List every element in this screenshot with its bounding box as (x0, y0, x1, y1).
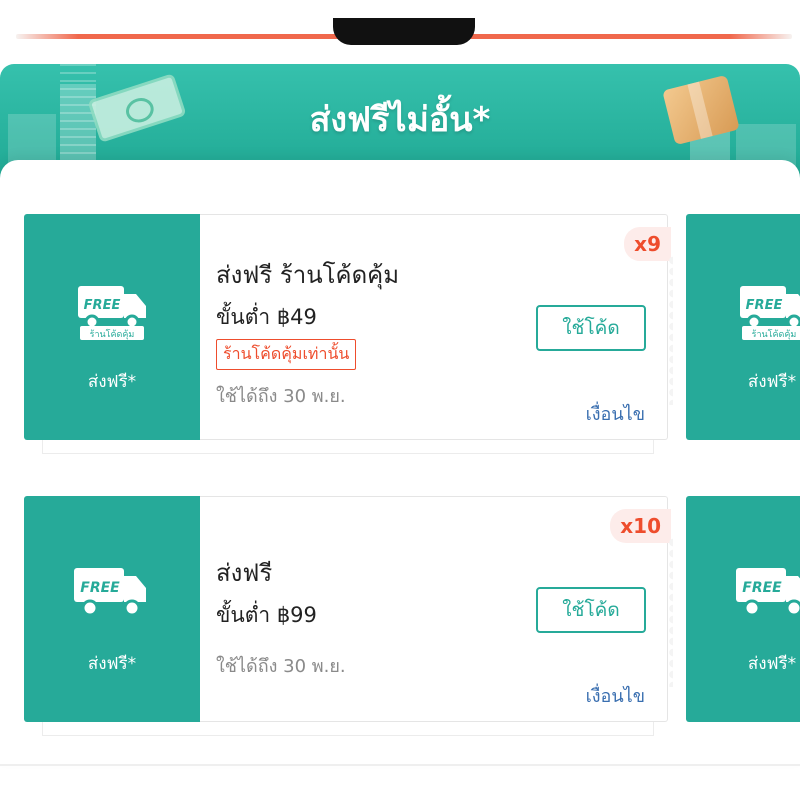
voucher-left-label: ส่งฟรี* (747, 654, 797, 674)
voucher-card[interactable]: FREE ร้านโค้ดคุ้ม ส่งฟรี* x9 ส่งฟรี ร้าน… (19, 214, 673, 440)
voucher-left-stub: FREE ส่งฟรี* (681, 496, 800, 722)
free-badge-text: FREE (746, 298, 783, 313)
voucher-expiry: ใช้ได้ถึง 30 พ.ย. (216, 386, 346, 407)
voucher-details: x9 ส่งฟรี ร้านโค้ดคุ้ม ขั้นต่ำ ฿49 ร้านโ… (200, 214, 673, 440)
camera-notch (333, 18, 475, 45)
terms-link[interactable]: เงื่อนไข (586, 399, 645, 428)
voucher-restriction-tag: ร้านโค้ดคุ้มเท่านั้น (216, 339, 357, 370)
free-badge-sub: ร้านโค้ดคุ้ม (752, 329, 797, 340)
free-shipping-truck-icon: FREE ร้านโค้ดคุ้ม (740, 286, 800, 340)
quantity-badge: x9 (624, 227, 671, 261)
screen: ส่งฟรีไม่อั้น* FREE ร้านโค้ดคุ้ม ส่งฟรี*… (0, 0, 800, 800)
voucher-title: ส่งฟรี (216, 559, 273, 587)
terms-link[interactable]: เงื่อนไข (586, 681, 645, 710)
voucher-left-stub: FREE ร้านโค้ดคุ้ม ส่งฟรี* (19, 214, 200, 440)
voucher-left-stub: FREE ร้านโค้ดคุ้ม ส่งฟรี* (681, 214, 800, 440)
free-badge-text: FREE (80, 580, 120, 596)
voucher-card-shadow (42, 440, 654, 454)
free-shipping-truck-icon: FREE (74, 568, 146, 617)
voucher-card-shadow (42, 722, 654, 736)
voucher-title: ส่งฟรี ร้านโค้ดคุ้ม (216, 261, 400, 289)
free-shipping-truck-icon: FREE (736, 568, 800, 617)
use-code-button[interactable]: ใช้โค้ด (536, 587, 646, 633)
free-badge-text: FREE (742, 580, 782, 596)
voucher-details: x10 ส่งฟรี ขั้นต่ำ ฿99 ใช้ได้ถึง 30 พ.ย.… (200, 496, 673, 722)
voucher-left-label: ส่งฟรี* (87, 372, 137, 392)
free-badge-text: FREE (84, 298, 121, 313)
use-code-button[interactable]: ใช้โค้ด (536, 305, 646, 351)
voucher-min-spend: ขั้นต่ำ ฿99 (216, 603, 317, 627)
voucher-min-spend: ขั้นต่ำ ฿49 (216, 305, 317, 329)
bottom-divider (0, 764, 800, 766)
voucher-expiry: ใช้ได้ถึง 30 พ.ย. (216, 656, 346, 677)
quantity-badge: x10 (610, 509, 671, 543)
voucher-left-label: ส่งฟรี* (87, 654, 137, 674)
voucher-left-label: ส่งฟรี* (747, 372, 797, 392)
voucher-panel: FREE ร้านโค้ดคุ้ม ส่งฟรี* x9 ส่งฟรี ร้าน… (0, 160, 800, 764)
voucher-card-peek[interactable]: FREE ส่งฟรี* (681, 496, 800, 722)
voucher-card-peek[interactable]: FREE ร้านโค้ดคุ้ม ส่งฟรี* (681, 214, 800, 440)
free-badge-sub: ร้านโค้ดคุ้ม (90, 329, 135, 340)
voucher-card[interactable]: FREE ส่งฟรี* x10 ส่งฟรี ขั้นต่ำ ฿99 ใช้ไ… (19, 496, 673, 722)
voucher-left-stub: FREE ส่งฟรี* (19, 496, 200, 722)
free-shipping-truck-icon: FREE ร้านโค้ดคุ้ม (78, 286, 146, 340)
banner-title: ส่งฟรีไม่อั้น* (309, 100, 491, 140)
